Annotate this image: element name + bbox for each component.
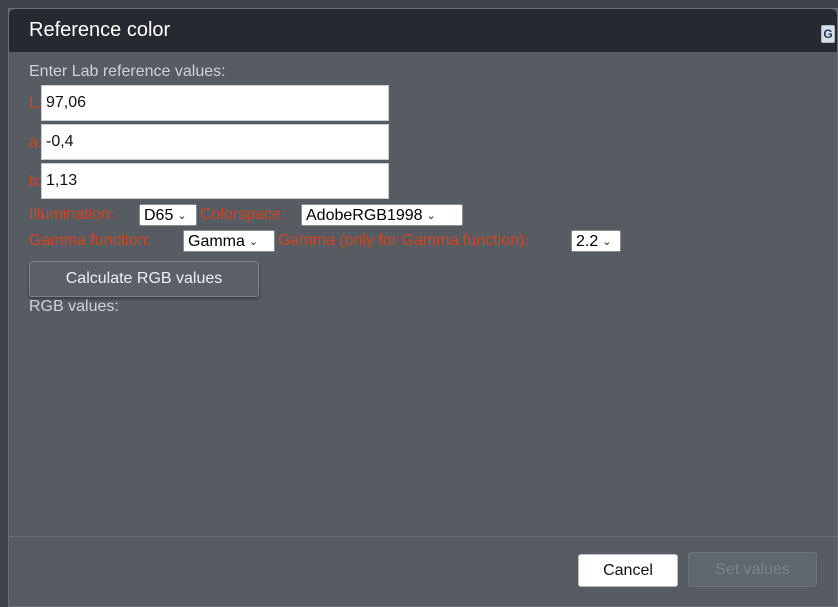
colorspace-select[interactable]: AdobeRGB1998 ⌄ bbox=[301, 204, 463, 226]
chevron-down-icon: ⌄ bbox=[177, 210, 187, 222]
chevron-down-icon: ⌄ bbox=[602, 236, 612, 248]
illumination-label: Illumination: bbox=[29, 206, 115, 223]
colorspace-value: AdobeRGB1998 bbox=[306, 206, 423, 224]
rgb-values-label: RGB values: bbox=[29, 298, 119, 315]
lab-L-input[interactable] bbox=[41, 85, 389, 121]
footer-divider bbox=[9, 536, 837, 537]
lab-heading: Enter Lab reference values: bbox=[29, 63, 226, 80]
chevron-down-icon: ⌄ bbox=[248, 236, 259, 248]
lab-b-input[interactable] bbox=[41, 163, 389, 199]
gamma-function-value: Gamma bbox=[188, 232, 245, 250]
reference-color-dialog: Reference color G Enter Lab reference va… bbox=[8, 8, 838, 607]
illumination-value: D65 bbox=[144, 206, 174, 224]
cancel-button[interactable]: Cancel bbox=[578, 554, 678, 587]
set-values-button[interactable]: Set values bbox=[688, 552, 817, 587]
gamma-label: Gamma (only for Gamma function): bbox=[278, 232, 529, 249]
lab-a-input[interactable] bbox=[41, 124, 389, 160]
corner-action-icon[interactable]: G bbox=[821, 25, 835, 43]
gamma-value: 2.2 bbox=[576, 232, 599, 250]
illumination-select[interactable]: D65 ⌄ bbox=[139, 204, 197, 226]
dialog-title: Reference color bbox=[29, 19, 171, 41]
gamma-function-select[interactable]: Gamma ⌄ bbox=[183, 230, 275, 252]
gamma-select[interactable]: 2.2 ⌄ bbox=[571, 230, 621, 252]
chevron-down-icon: ⌄ bbox=[426, 210, 436, 222]
dialog-titlebar[interactable]: Reference color G bbox=[9, 9, 837, 52]
colorspace-label: Colorspace: bbox=[200, 206, 286, 223]
calculate-rgb-button[interactable]: Calculate RGB values bbox=[29, 261, 259, 297]
gamma-function-label: Gamma function: bbox=[29, 232, 151, 249]
